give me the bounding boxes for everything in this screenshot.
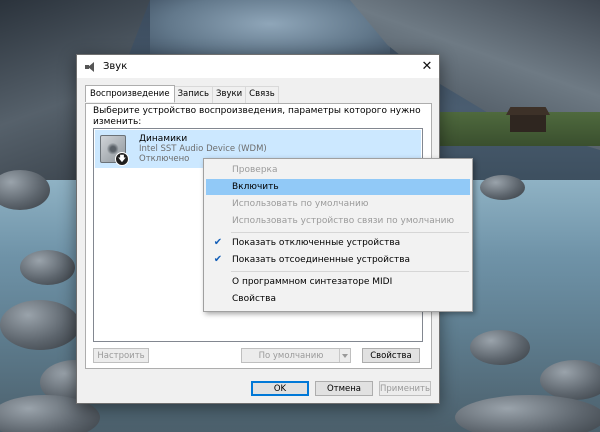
- menu-item-test[interactable]: Проверка: [206, 162, 470, 178]
- speaker-small-icon: [85, 61, 97, 72]
- tab-communications[interactable]: Связь: [245, 86, 279, 103]
- set-default-button[interactable]: По умолчанию: [241, 348, 351, 363]
- tab-sounds[interactable]: Звуки: [212, 86, 247, 103]
- window-title: Звук: [103, 61, 128, 72]
- menu-separator: [231, 232, 469, 233]
- tab-recording[interactable]: Запись: [173, 86, 213, 103]
- menu-item-enable[interactable]: Включить: [206, 179, 470, 195]
- configure-button[interactable]: Настроить: [93, 348, 149, 363]
- wallpaper-rock: [480, 175, 525, 200]
- menu-item-properties[interactable]: Свойства: [206, 291, 470, 307]
- context-menu: Проверка Включить Использовать по умолча…: [203, 158, 473, 312]
- checkmark-icon: ✔: [213, 254, 223, 265]
- device-name: Динамики: [139, 134, 188, 144]
- menu-item-midi-about[interactable]: О программном синтезаторе MIDI: [206, 274, 470, 290]
- device-driver: Intel SST Audio Device (WDM): [139, 144, 267, 154]
- tab-playback[interactable]: Воспроизведение: [85, 85, 175, 102]
- chevron-down-icon[interactable]: [339, 349, 350, 362]
- menu-item-show-disconnected[interactable]: ✔ Показать отсоединенные устройства: [206, 252, 470, 268]
- cancel-button[interactable]: Отмена: [315, 381, 373, 396]
- panel-description: Выберите устройство воспроизведения, пар…: [93, 106, 421, 127]
- device-status: Отключено: [139, 154, 190, 164]
- apply-button[interactable]: Применить: [379, 381, 431, 396]
- title-bar: Звук ✕: [77, 55, 439, 78]
- wallpaper-sky: [150, 0, 390, 60]
- checkmark-icon: ✔: [213, 237, 223, 248]
- wallpaper-rock: [470, 330, 530, 365]
- menu-separator: [231, 271, 469, 272]
- wallpaper-house: [510, 114, 546, 132]
- properties-button[interactable]: Свойства: [362, 348, 420, 363]
- close-button[interactable]: ✕: [415, 55, 439, 78]
- ok-button[interactable]: OK: [251, 381, 309, 396]
- tab-strip: Воспроизведение Запись Звуки Связь: [85, 85, 279, 103]
- menu-item-show-disabled[interactable]: ✔ Показать отключенные устройства: [206, 235, 470, 251]
- wallpaper-rock: [20, 250, 75, 285]
- wallpaper-rock: [455, 395, 600, 432]
- disabled-arrow-icon: 🡇: [115, 152, 129, 166]
- set-default-label: По умолчанию: [258, 351, 324, 361]
- menu-item-set-default-comm[interactable]: Использовать устройство связи по умолчан…: [206, 213, 470, 229]
- wallpaper-rock: [0, 300, 80, 350]
- menu-item-set-default[interactable]: Использовать по умолчанию: [206, 196, 470, 212]
